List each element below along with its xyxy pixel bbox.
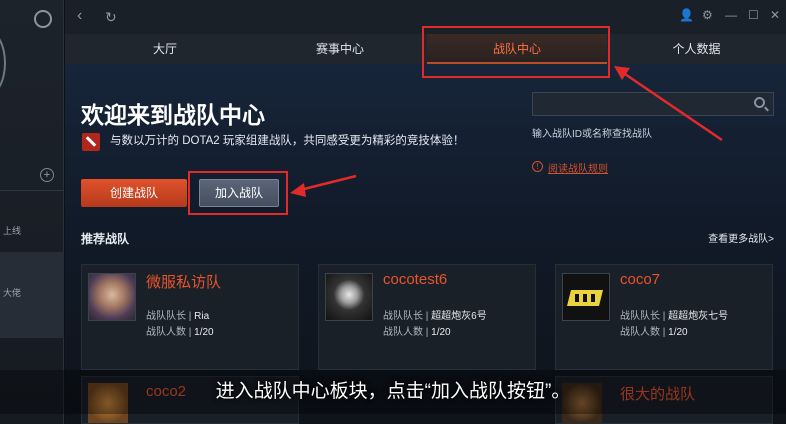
annotation-arrows [290,66,723,197]
tutorial-caption: 进入战队中心板块，点击“加入战队按钮”。 [0,370,786,414]
